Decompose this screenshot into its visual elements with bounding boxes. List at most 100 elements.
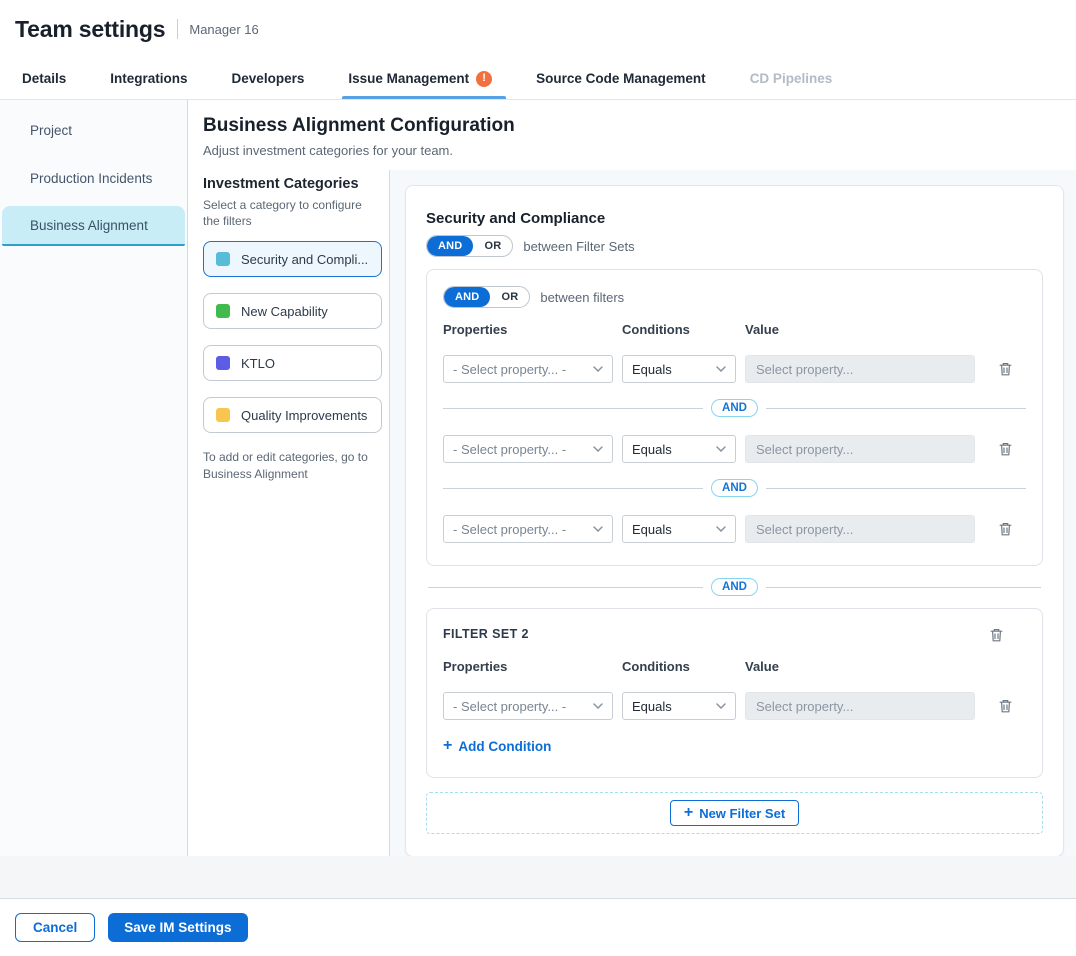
chevron-down-icon: [716, 526, 726, 532]
new-filter-set-button[interactable]: + New Filter Set: [670, 800, 799, 826]
settings-sidebar: Project Production Incidents Business Al…: [0, 100, 188, 856]
value-header: Value: [745, 659, 975, 674]
filter-row: - Select property... - Equals: [443, 435, 1026, 463]
chevron-down-icon: [593, 703, 603, 709]
conditions-header: Conditions: [622, 322, 736, 337]
trash-icon: [989, 627, 1004, 643]
filters-and-or-toggle[interactable]: AND OR: [443, 286, 530, 308]
condition-select[interactable]: Equals: [622, 435, 736, 463]
trash-icon: [998, 521, 1013, 537]
trash-icon: [998, 361, 1013, 377]
delete-filter-set-button[interactable]: [987, 625, 1006, 645]
chevron-down-icon: [716, 446, 726, 452]
property-select[interactable]: - Select property... -: [443, 515, 613, 543]
sidebar-item-business-alignment[interactable]: Business Alignment: [2, 206, 185, 246]
chevron-down-icon: [593, 526, 603, 532]
and-connector: AND: [443, 479, 1026, 497]
filter-config-card: Security and Compliance AND OR between F…: [405, 185, 1064, 857]
tab-details[interactable]: Details: [22, 58, 66, 99]
chevron-down-icon: [716, 366, 726, 372]
delete-filter-button[interactable]: [996, 359, 1015, 379]
category-quality-improvements[interactable]: Quality Improvements: [203, 397, 382, 433]
save-im-settings-button[interactable]: Save IM Settings: [108, 913, 247, 942]
condition-select[interactable]: Equals: [622, 692, 736, 720]
categories-heading: Investment Categories: [203, 176, 377, 192]
toggle-caption: between filters: [540, 290, 624, 305]
bottom-spacer-band: [0, 856, 1076, 899]
filter-set-1: AND OR between filters Properties Condit…: [426, 269, 1043, 566]
trash-icon: [998, 441, 1013, 457]
tab-cd-pipelines: CD Pipelines: [750, 58, 833, 99]
new-filter-set-dropzone: + New Filter Set: [426, 792, 1043, 834]
toggle-and-option[interactable]: AND: [444, 287, 490, 307]
conditions-header: Conditions: [622, 659, 736, 674]
and-connector: AND: [443, 399, 1026, 417]
trash-icon: [998, 698, 1013, 714]
value-input[interactable]: [745, 515, 975, 543]
investment-categories-column: Investment Categories Select a category …: [188, 170, 390, 856]
categories-footnote: To add or edit categories, go to Busines…: [203, 449, 371, 483]
chevron-down-icon: [716, 703, 726, 709]
filter-column-headers: Properties Conditions Value: [443, 659, 1026, 674]
toggle-or-option[interactable]: OR: [490, 287, 529, 307]
filter-sets-and-or-toggle[interactable]: AND OR: [426, 235, 513, 257]
chevron-down-icon: [593, 446, 603, 452]
tab-source-code-management[interactable]: Source Code Management: [536, 58, 706, 99]
value-input[interactable]: [745, 435, 975, 463]
categories-hint: Select a category to configure the filte…: [203, 197, 363, 229]
category-ktlo[interactable]: KTLO: [203, 345, 382, 381]
filter-set-2: FILTER SET 2 Properties Conditions Value: [426, 608, 1043, 778]
chevron-down-icon: [593, 366, 603, 372]
filter-row: - Select property... - Equals: [443, 692, 1026, 720]
category-color-swatch: [216, 252, 230, 266]
team-name-label: Manager 16: [189, 22, 258, 37]
main-heading-block: Business Alignment Configuration Adjust …: [188, 100, 1076, 170]
category-color-swatch: [216, 356, 230, 370]
cancel-button[interactable]: Cancel: [15, 913, 95, 942]
and-pill: AND: [711, 399, 758, 417]
sidebar-item-production-incidents[interactable]: Production Incidents: [2, 158, 185, 198]
delete-filter-button[interactable]: [996, 439, 1015, 459]
filter-set-2-title: FILTER SET 2: [443, 627, 529, 641]
main-panel: Business Alignment Configuration Adjust …: [188, 100, 1076, 856]
tab-developers[interactable]: Developers: [232, 58, 305, 99]
filter-column-headers: Properties Conditions Value: [443, 322, 1026, 337]
property-select[interactable]: - Select property... -: [443, 435, 613, 463]
settings-tabbar: Details Integrations Developers Issue Ma…: [0, 58, 1076, 100]
condition-select[interactable]: Equals: [622, 355, 736, 383]
category-new-capability[interactable]: New Capability: [203, 293, 382, 329]
sidebar-item-project[interactable]: Project: [2, 110, 185, 150]
plus-icon: +: [443, 738, 452, 754]
tab-integrations[interactable]: Integrations: [110, 58, 187, 99]
properties-header: Properties: [443, 659, 613, 674]
section-subtitle: Adjust investment categories for your te…: [203, 143, 1076, 158]
add-condition-button[interactable]: + Add Condition: [443, 738, 551, 754]
property-select[interactable]: - Select property... -: [443, 355, 613, 383]
category-color-swatch: [216, 408, 230, 422]
filter-row: - Select property... - Equals: [443, 515, 1026, 543]
condition-select[interactable]: Equals: [622, 515, 736, 543]
value-input[interactable]: [745, 355, 975, 383]
filter-config-region: Security and Compliance AND OR between F…: [390, 170, 1076, 856]
properties-header: Properties: [443, 322, 613, 337]
tab-issue-management[interactable]: Issue Management !: [348, 58, 492, 99]
content-area: Project Production Incidents Business Al…: [0, 100, 1076, 856]
and-sets-connector: AND: [428, 578, 1041, 596]
plus-icon: +: [684, 805, 693, 821]
and-pill: AND: [711, 479, 758, 497]
category-security-and-compliance[interactable]: Security and Compli...: [203, 241, 382, 277]
page-title: Team settings: [15, 16, 165, 43]
value-input[interactable]: [745, 692, 975, 720]
toggle-or-option[interactable]: OR: [473, 236, 512, 256]
title-divider: [177, 19, 178, 39]
property-select[interactable]: - Select property... -: [443, 692, 613, 720]
filter-row: - Select property... - Equals: [443, 355, 1026, 383]
footer-actions: Cancel Save IM Settings: [0, 899, 1076, 956]
value-header: Value: [745, 322, 975, 337]
section-title: Business Alignment Configuration: [203, 115, 1076, 137]
delete-filter-button[interactable]: [996, 519, 1015, 539]
delete-filter-button[interactable]: [996, 696, 1015, 716]
toggle-and-option[interactable]: AND: [427, 236, 473, 256]
category-config-title: Security and Compliance: [426, 210, 1043, 227]
and-pill: AND: [711, 578, 758, 596]
